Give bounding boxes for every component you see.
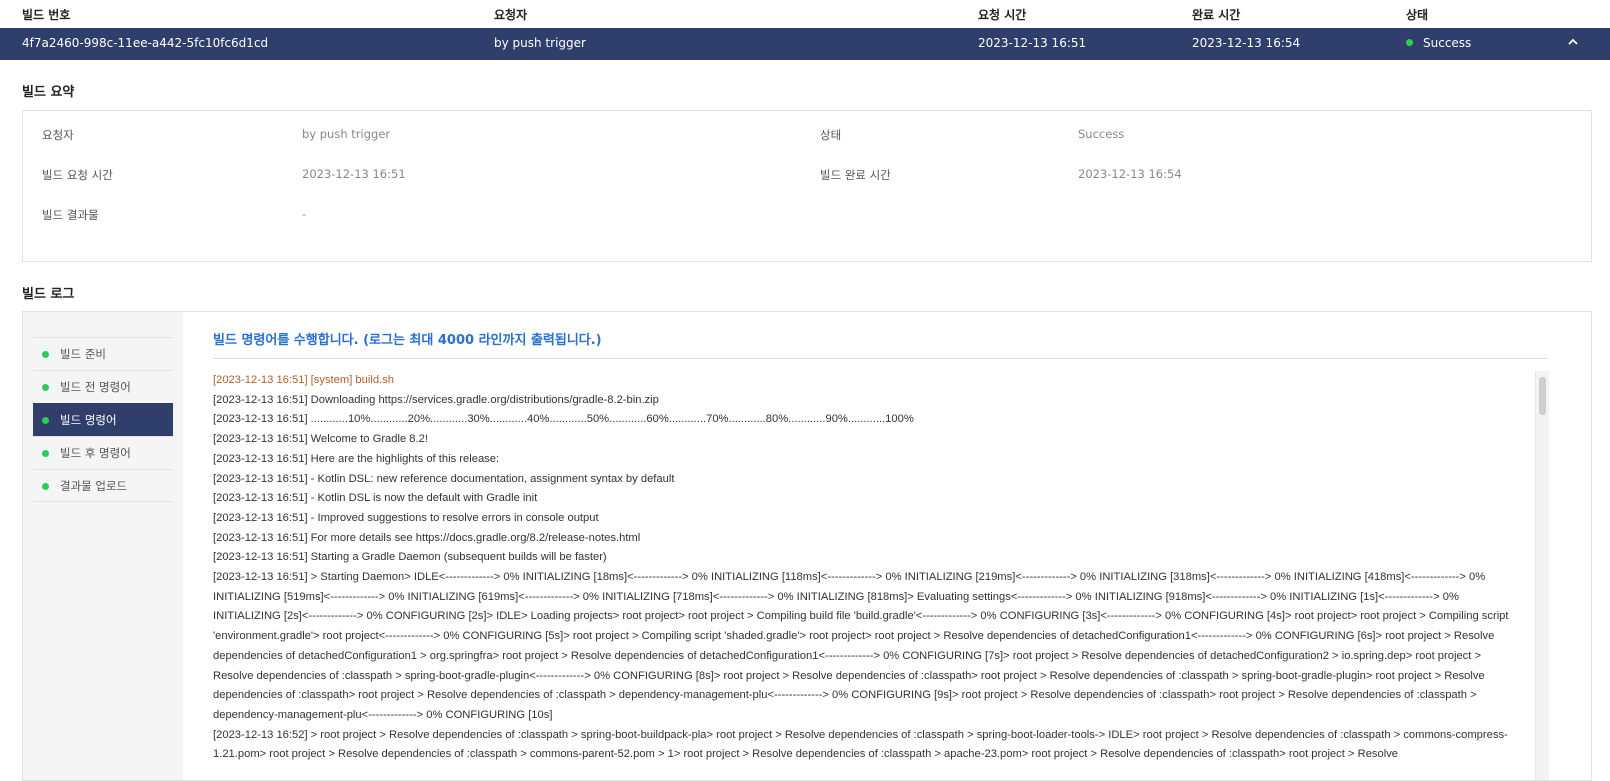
row-complete-time: 2023-12-13 16:54 [1192, 36, 1301, 50]
chevron-up-icon[interactable] [1568, 37, 1578, 47]
build-table-header: 빌드 번호 요청자 요청 시간 완료 시간 상태 [0, 0, 1610, 28]
log-line: [2023-12-13 16:51] - Kotlin DSL is now t… [213, 492, 538, 505]
log-line: [2023-12-13 16:51] For more details see … [213, 531, 641, 544]
summary-panel: 요청자 by push trigger 상태 Success 빌드 요청 시간 … [22, 110, 1592, 262]
log-line: [2023-12-13 16:51] Welcome to Gradle 8.2… [213, 433, 428, 446]
log-line: [2023-12-13 16:51] - Kotlin DSL: new ref… [213, 472, 675, 485]
log-line: [2023-12-13 16:51] ............10%......… [213, 413, 914, 426]
status-success-dot-icon [1406, 39, 1413, 46]
log-step-label: 빌드 전 명령어 [60, 380, 131, 394]
log-line: [2023-12-13 16:52] > root project > Reso… [213, 728, 1508, 761]
row-status-text: Success [1423, 36, 1472, 50]
log-step-build-command[interactable]: 빌드 명령어 [33, 403, 173, 436]
log-output: [2023-12-13 16:51] [system] build.sh [20… [213, 371, 1523, 765]
log-step-nav: 빌드 준비 빌드 전 명령어 빌드 명령어 빌드 후 명령어 결과물 업로드 [23, 312, 183, 780]
log-line: [2023-12-13 16:51] - Improved suggestion… [213, 511, 599, 524]
step-success-dot-icon [42, 483, 49, 490]
row-requester: by push trigger [494, 36, 586, 50]
log-content: 빌드 명령어를 수행합니다. (로그는 최대 4000 라인까지 출력됩니다.)… [213, 312, 1549, 780]
row-status: Success [1406, 36, 1471, 50]
log-line: [2023-12-13 16:51] [system] build.sh [213, 374, 394, 386]
header-requester: 요청자 [494, 8, 528, 22]
log-step-label: 결과물 업로드 [60, 479, 128, 493]
log-step-prepare[interactable]: 빌드 준비 [33, 337, 173, 370]
log-step-artifact-upload[interactable]: 결과물 업로드 [33, 469, 173, 502]
summary-requester-value: by push trigger [302, 127, 391, 141]
summary-title: 빌드 요약 [22, 85, 75, 100]
header-request-time: 요청 시간 [978, 8, 1027, 22]
header-build-id: 빌드 번호 [22, 8, 71, 22]
header-complete-time: 완료 시간 [1192, 8, 1241, 22]
log-step-label: 빌드 준비 [60, 347, 106, 361]
log-step-label: 빌드 명령어 [60, 413, 117, 427]
log-line: [2023-12-13 16:51] Downloading https://s… [213, 393, 659, 406]
step-success-dot-icon [42, 450, 49, 457]
summary-complete-time-value: 2023-12-13 16:54 [1078, 167, 1182, 181]
log-divider [213, 358, 1548, 359]
summary-artifact-label: 빌드 결과물 [42, 208, 99, 222]
log-step-pre-command[interactable]: 빌드 전 명령어 [33, 370, 173, 403]
log-line: [2023-12-13 16:51] Starting a Gradle Dae… [213, 551, 607, 564]
log-title: 빌드 로그 [22, 287, 75, 302]
step-success-dot-icon [42, 384, 49, 391]
step-success-dot-icon [42, 351, 49, 358]
header-status: 상태 [1406, 8, 1429, 22]
build-row-selected[interactable]: 4f7a2460-998c-11ee-a442-5fc10fc6d1cd by … [0, 28, 1610, 60]
summary-request-time-label: 빌드 요청 시간 [42, 168, 113, 182]
log-line: [2023-12-13 16:51] > Starting Daemon> ID… [213, 571, 1509, 721]
log-scroll-thumb[interactable] [1539, 377, 1546, 415]
summary-complete-time-label: 빌드 완료 시간 [820, 168, 891, 182]
row-request-time: 2023-12-13 16:51 [978, 36, 1087, 50]
log-scrollbar[interactable] [1535, 371, 1549, 780]
log-heading: 빌드 명령어를 수행합니다. (로그는 최대 4000 라인까지 출력됩니다.) [213, 333, 602, 348]
step-success-dot-icon [42, 417, 49, 424]
log-line: [2023-12-13 16:51] Here are the highligh… [213, 452, 500, 465]
summary-artifact-value: - [302, 207, 307, 221]
summary-request-time-value: 2023-12-13 16:51 [302, 167, 406, 181]
row-build-id: 4f7a2460-998c-11ee-a442-5fc10fc6d1cd [22, 36, 269, 50]
summary-status-label: 상태 [820, 128, 842, 142]
log-step-label: 빌드 후 명령어 [60, 446, 131, 460]
summary-status-value: Success [1078, 127, 1125, 141]
log-panel: 빌드 준비 빌드 전 명령어 빌드 명령어 빌드 후 명령어 결과물 업로드 빌… [22, 311, 1592, 781]
log-step-post-command[interactable]: 빌드 후 명령어 [33, 436, 173, 469]
summary-requester-label: 요청자 [42, 128, 74, 142]
